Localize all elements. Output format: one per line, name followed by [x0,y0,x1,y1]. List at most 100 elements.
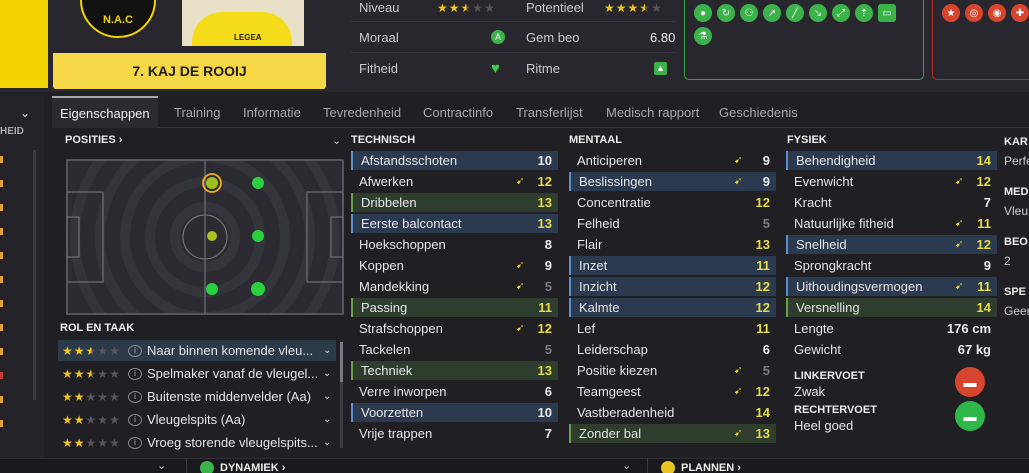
attribute-row[interactable]: Afstandsschoten 10 [351,151,558,170]
attribute-row[interactable]: Inzicht 12 [569,277,776,296]
attribute-row[interactable]: Concentratie 12 [569,193,776,212]
chevron-down-icon[interactable]: ⌄ [622,459,631,472]
star-icon: ★ [448,0,461,15]
scroll-thumb[interactable] [340,342,343,382]
attribute-row[interactable]: Vastberadenheid 14 [569,403,776,422]
attribute-row[interactable]: Behendigheid 14 [786,151,997,170]
dynamiek-button[interactable]: DYNAMIEK › [200,461,285,473]
attribute-row[interactable]: Sprongkracht 9 [786,256,997,275]
attribute-row[interactable]: Koppen ➹ 9 [351,256,558,275]
trait-icon-8[interactable]: ⇡ [855,4,873,22]
tab-contractinfo[interactable]: Contractinfo [415,96,501,128]
chevron-down-icon[interactable]: ⌄ [20,106,30,120]
trait-icon-2[interactable]: ↻ [717,4,735,22]
role-row[interactable]: ★★★★★ i Naar binnen komende vleu... ⌄ [58,340,336,361]
attribute-row[interactable]: Inzet 11 [569,256,776,275]
trait-icon-4[interactable]: ↗ [763,4,781,22]
tab-medisch-rapport[interactable]: Medisch rapport [598,96,707,128]
attribute-row[interactable]: Flair 13 [569,235,776,254]
info-icon[interactable]: i [128,367,142,380]
role-row[interactable]: ★★★★★ i Vleugelspits (Aa) ⌄ [58,409,336,430]
attribute-row[interactable]: Voorzetten 10 [351,403,558,422]
attribute-row[interactable]: Versnelling 14 [786,298,997,317]
trait-icon-1[interactable]: ● [694,4,712,22]
tab-geschiedenis[interactable]: Geschiedenis [711,96,806,128]
position-dot-aml[interactable] [206,177,218,189]
attribute-row[interactable]: Hoekschoppen 8 [351,235,558,254]
tab-tevredenheid[interactable]: Tevredenheid [315,96,409,128]
attribute-row[interactable]: Passing 11 [351,298,558,317]
chevron-down-icon[interactable]: ⌄ [332,134,341,147]
attribute-row[interactable]: Evenwicht ➹ 12 [786,172,997,191]
info-icon[interactable]: i [128,436,142,449]
attribute-row[interactable]: Strafschoppen ➹ 12 [351,319,558,338]
trait-icon-7[interactable]: ⤢ [832,4,850,22]
position-dot-st-left[interactable] [252,177,264,189]
tab-label: Tevredenheid [323,104,402,120]
attribute-row[interactable]: Positie kiezen ➹ 5 [569,361,776,380]
attribute-row[interactable]: Lengte 176 cm [786,319,997,338]
positions-title[interactable]: POSITIES › [65,134,122,146]
club-badge-icon[interactable]: N.A.C [80,0,156,38]
attribute-row[interactable]: Teamgeest ➹ 12 [569,382,776,401]
chevron-down-icon[interactable]: ⌄ [323,345,331,356]
attribute-row[interactable]: Gewicht 67 kg [786,340,997,359]
chevron-down-icon[interactable]: ⌄ [323,368,331,379]
flask-icon[interactable]: ⚗ [694,27,712,45]
star-trait-icon[interactable]: ★ [942,4,960,22]
chevron-down-icon[interactable]: ⌄ [323,414,331,425]
attribute-row[interactable]: Felheid 5 [569,214,776,233]
sidebar-scrollbar[interactable] [33,150,36,400]
bullseye-trait-icon[interactable]: ◉ [988,4,1006,22]
attribute-row[interactable]: Uithoudingsvermogen ➹ 11 [786,277,997,296]
attribute-row[interactable]: Kalmte 12 [569,298,776,317]
tab-training[interactable]: Training [166,96,228,128]
position-dot-mc[interactable] [207,231,217,241]
chevron-down-icon[interactable]: ⌄ [157,459,166,472]
attribute-row[interactable]: Leiderschap 6 [569,340,776,359]
info-icon[interactable]: i [128,390,142,403]
plus-trait-icon[interactable]: ✚ [1011,4,1029,22]
tab-informatie[interactable]: Informatie [235,96,309,128]
attribute-value: 6 [762,342,770,357]
attribute-row[interactable]: Mandekking ➹ 5 [351,277,558,296]
info-icon[interactable]: i [128,413,142,426]
heart-icon[interactable]: ♥ [491,60,500,77]
player-name-bar[interactable]: 7. KAJ DE ROOIJ [53,53,326,89]
attribute-row[interactable]: Natuurlijke fitheid ➹ 11 [786,214,997,233]
attribute-row[interactable]: Snelheid ➹ 12 [786,235,997,254]
attribute-row[interactable]: Techniek 13 [351,361,558,380]
role-row[interactable]: ★★★★★ i Spelmaker vanaf de vleugel... ⌄ [58,363,336,384]
attribute-row[interactable]: Zonder bal ➹ 13 [569,424,776,443]
trait-icon-3[interactable]: ⚇ [740,4,758,22]
attribute-row[interactable]: Dribbelen 13 [351,193,558,212]
attribute-row[interactable]: Vrije trappen 7 [351,424,558,443]
info-icon[interactable]: i [128,344,142,357]
profile-tabs: Eigenschappen Training Informatie Tevred… [52,96,1029,128]
target-trait-icon[interactable]: ◎ [965,4,983,22]
attribute-row[interactable]: Verre inworpen 6 [351,382,558,401]
trait-icon-5[interactable]: ╱ [786,4,804,22]
role-row[interactable]: ★★★★★ i Buitenste middenvelder (Aa) ⌄ [58,386,336,407]
roles-scrollbar[interactable] [340,342,343,448]
attribute-row[interactable]: Kracht 7 [786,193,997,212]
trait-icon-6[interactable]: ↘ [809,4,827,22]
attribute-row[interactable]: Afwerken ➹ 12 [351,172,558,191]
attribute-row[interactable]: Anticiperen ➹ 9 [569,151,776,170]
attribute-row[interactable]: Lef 11 [569,319,776,338]
plannen-button[interactable]: PLANNEN › [661,461,741,473]
attribute-row[interactable]: Eerste balcontact 13 [351,214,558,233]
position-dot-mr[interactable] [206,283,218,295]
attribute-row[interactable]: Beslissingen ➹ 9 [569,172,776,191]
tab-transferlijst[interactable]: Transferlijst [508,96,591,128]
role-row[interactable]: ★★★★★ i Vroeg storende vleugelspits... ⌄ [58,432,336,453]
position-dot-amc[interactable] [252,230,264,242]
trait-icon-9[interactable]: ▭ [878,4,896,22]
tab-eigenschappen[interactable]: Eigenschappen [52,96,158,128]
thumbs-up-icon[interactable]: ▲ [654,61,667,75]
chevron-down-icon[interactable]: ⌄ [323,437,331,448]
position-dot-amr[interactable] [251,282,265,296]
chevron-down-icon[interactable]: ⌄ [323,391,331,402]
attribute-row[interactable]: Tackelen 5 [351,340,558,359]
morale-a-icon[interactable]: A [491,30,505,44]
